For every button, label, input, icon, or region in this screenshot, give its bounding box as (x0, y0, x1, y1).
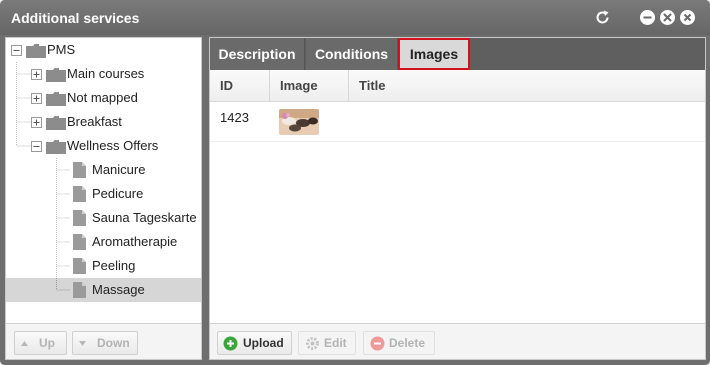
delete-button[interactable]: Delete (363, 331, 435, 355)
tree-toolbar: Up Down (6, 323, 201, 359)
arrow-up-icon (21, 341, 28, 346)
tree-node-label: Wellness Offers (67, 138, 159, 153)
category-tree: PMS Main courses Not mapped Breakfast We… (6, 38, 201, 318)
document-icon (73, 282, 86, 298)
close-icon[interactable] (680, 10, 695, 25)
document-icon (73, 234, 86, 250)
collapse-icon[interactable] (11, 45, 22, 56)
document-icon (73, 186, 86, 202)
document-icon (73, 258, 86, 274)
move-up-button[interactable]: Up (14, 331, 67, 355)
edit-button[interactable]: Edit (298, 331, 356, 355)
tree-node-not-mapped[interactable]: Not mapped (6, 86, 201, 110)
tree-node-breakfast[interactable]: Breakfast (6, 110, 201, 134)
edit-label: Edit (324, 336, 347, 350)
column-header-label: ID (220, 78, 233, 93)
folder-icon (46, 116, 66, 130)
tree-node-label: Manicure (92, 162, 146, 177)
folder-icon (46, 92, 66, 106)
tree-node-label: Pedicure (92, 186, 144, 201)
tree-node-label: Sauna Tageskarte (92, 210, 197, 225)
expand-icon[interactable] (31, 69, 42, 80)
column-header-title[interactable]: Title (349, 70, 705, 102)
tree-leaf-massage[interactable]: Massage (6, 278, 201, 302)
title-bar[interactable]: Additional services (0, 0, 710, 35)
tab-images[interactable]: Images (398, 38, 470, 70)
folder-icon (46, 68, 66, 82)
grid-header: ID Image Title (210, 70, 705, 102)
document-icon (73, 162, 86, 178)
tree-node-label: Breakfast (67, 114, 122, 129)
add-circle-icon (223, 336, 238, 351)
tree-node-pms[interactable]: PMS (6, 38, 201, 62)
remove-circle-icon (370, 336, 385, 351)
tree-leaf-sauna-tageskarte[interactable]: Sauna Tageskarte (6, 206, 201, 230)
restore-icon[interactable] (660, 10, 675, 25)
arrow-down-icon (79, 341, 86, 346)
details-panel: Description Conditions Images ID Image T… (209, 37, 706, 360)
tree-node-label: Peeling (92, 258, 136, 273)
expand-icon[interactable] (31, 93, 42, 104)
window-title: Additional services (11, 10, 140, 26)
tree-leaf-pedicure[interactable]: Pedicure (6, 182, 201, 206)
category-tree-panel: PMS Main courses Not mapped Breakfast We… (5, 37, 202, 360)
minimize-icon[interactable] (640, 10, 655, 25)
expand-icon[interactable] (31, 117, 42, 128)
column-header-label: Title (359, 78, 386, 93)
move-down-button[interactable]: Down (72, 331, 138, 355)
folder-icon (26, 44, 46, 58)
massage-stones-thumbnail (279, 109, 319, 135)
dialog-window: Additional services PMS Main courses Not… (0, 0, 710, 365)
tab-conditions[interactable]: Conditions (306, 38, 398, 70)
refresh-icon[interactable] (594, 9, 611, 26)
document-icon (73, 210, 86, 226)
tree-node-label: Main courses (67, 66, 145, 81)
column-header-image[interactable]: Image (270, 70, 349, 102)
tree-node-label: Not mapped (67, 90, 138, 105)
column-header-id[interactable]: ID (210, 70, 270, 102)
column-header-label: Image (280, 78, 318, 93)
move-down-label: Down (97, 336, 130, 350)
move-up-label: Up (39, 336, 55, 350)
cell-id: 1423 (220, 110, 249, 125)
tree-node-label: PMS (47, 42, 76, 57)
folder-open-icon (46, 140, 66, 154)
table-row[interactable]: 1423 (210, 103, 705, 142)
tab-description[interactable]: Description (210, 38, 305, 70)
tree-leaf-peeling[interactable]: Peeling (6, 254, 201, 278)
tree-node-wellness-offers[interactable]: Wellness Offers (6, 134, 201, 158)
upload-label: Upload (243, 336, 284, 350)
tree-leaf-manicure[interactable]: Manicure (6, 158, 201, 182)
upload-button[interactable]: Upload (217, 331, 292, 355)
tree-leaf-aromatherapie[interactable]: Aromatherapie (6, 230, 201, 254)
tree-node-label: Massage (92, 282, 145, 297)
images-toolbar: Upload Edit Delete (210, 323, 705, 359)
tree-node-main-courses[interactable]: Main courses (6, 62, 201, 86)
delete-label: Delete (389, 336, 426, 350)
collapse-icon[interactable] (31, 141, 42, 152)
gear-icon (306, 337, 319, 350)
tab-bar: Description Conditions Images (210, 38, 705, 70)
tree-node-label: Aromatherapie (92, 234, 178, 249)
